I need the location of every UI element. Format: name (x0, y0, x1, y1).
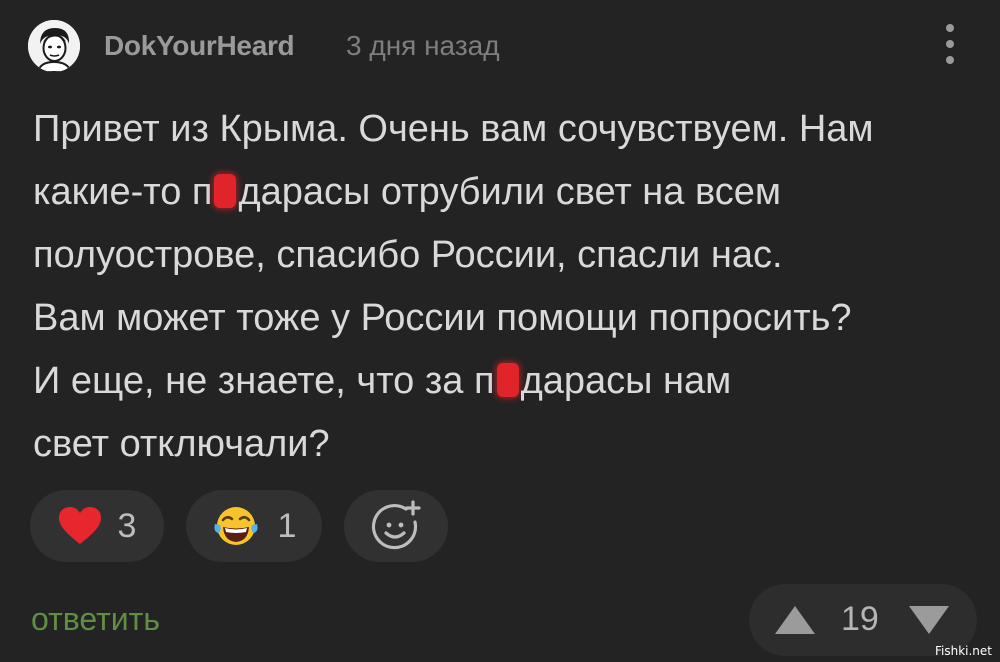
reply-link[interactable]: ответить (31, 601, 160, 638)
username-link[interactable]: DokYourHeard (104, 30, 295, 62)
heart-reaction-count: 3 (117, 506, 137, 545)
heart-reaction-button[interactable]: 3 (30, 490, 164, 562)
comment-line: Вам может тоже у России помощи попросить… (33, 297, 852, 339)
comment-line: какие-то п дарасы отрубили свет на всем (33, 161, 983, 224)
add-reaction-button[interactable] (344, 490, 448, 562)
laugh-reaction-button[interactable]: 1 (186, 490, 322, 562)
comment-line: свет отключали? (33, 423, 330, 465)
laugh-reaction-count: 1 (277, 506, 297, 545)
add-reaction-icon (371, 500, 421, 550)
user-avatar[interactable] (28, 20, 80, 72)
laughing-emoji-icon (213, 507, 258, 545)
comment-text-segment: И еще, не знаете, что за п (33, 360, 495, 402)
vote-score: 19 (841, 600, 879, 638)
more-options-button[interactable] (942, 24, 958, 70)
comment-line: Привет из Крыма. Очень вам сочувствуем. … (33, 108, 874, 150)
upvote-arrow-icon[interactable] (773, 604, 817, 636)
watermark-text: Fishki.net (934, 644, 992, 658)
avatar-face-icon (28, 20, 80, 72)
comment-text-segment: дарасы отрубили свет на всем (238, 171, 782, 213)
comment-line: И еще, не знаете, что за п дарасы нам (33, 350, 983, 413)
comment-line: полуострове, спасибо России, спасли нас. (33, 234, 783, 276)
censor-mark (496, 363, 519, 397)
comment-timestamp: 3 дня назад (346, 30, 500, 61)
heart-icon (58, 507, 101, 544)
comment-text-segment: какие-то п (33, 171, 213, 213)
comment-text-segment: дарасы нам (520, 360, 732, 402)
comment-header: DokYourHeard 3 дня назад (28, 20, 972, 74)
downvote-arrow-icon[interactable] (907, 604, 951, 636)
comment-body: Привет из Крыма. Очень вам сочувствуем. … (33, 98, 983, 476)
more-dot-icon (946, 40, 954, 48)
more-dot-icon (946, 24, 954, 32)
censor-mark (214, 174, 237, 208)
more-dot-icon (946, 56, 954, 64)
